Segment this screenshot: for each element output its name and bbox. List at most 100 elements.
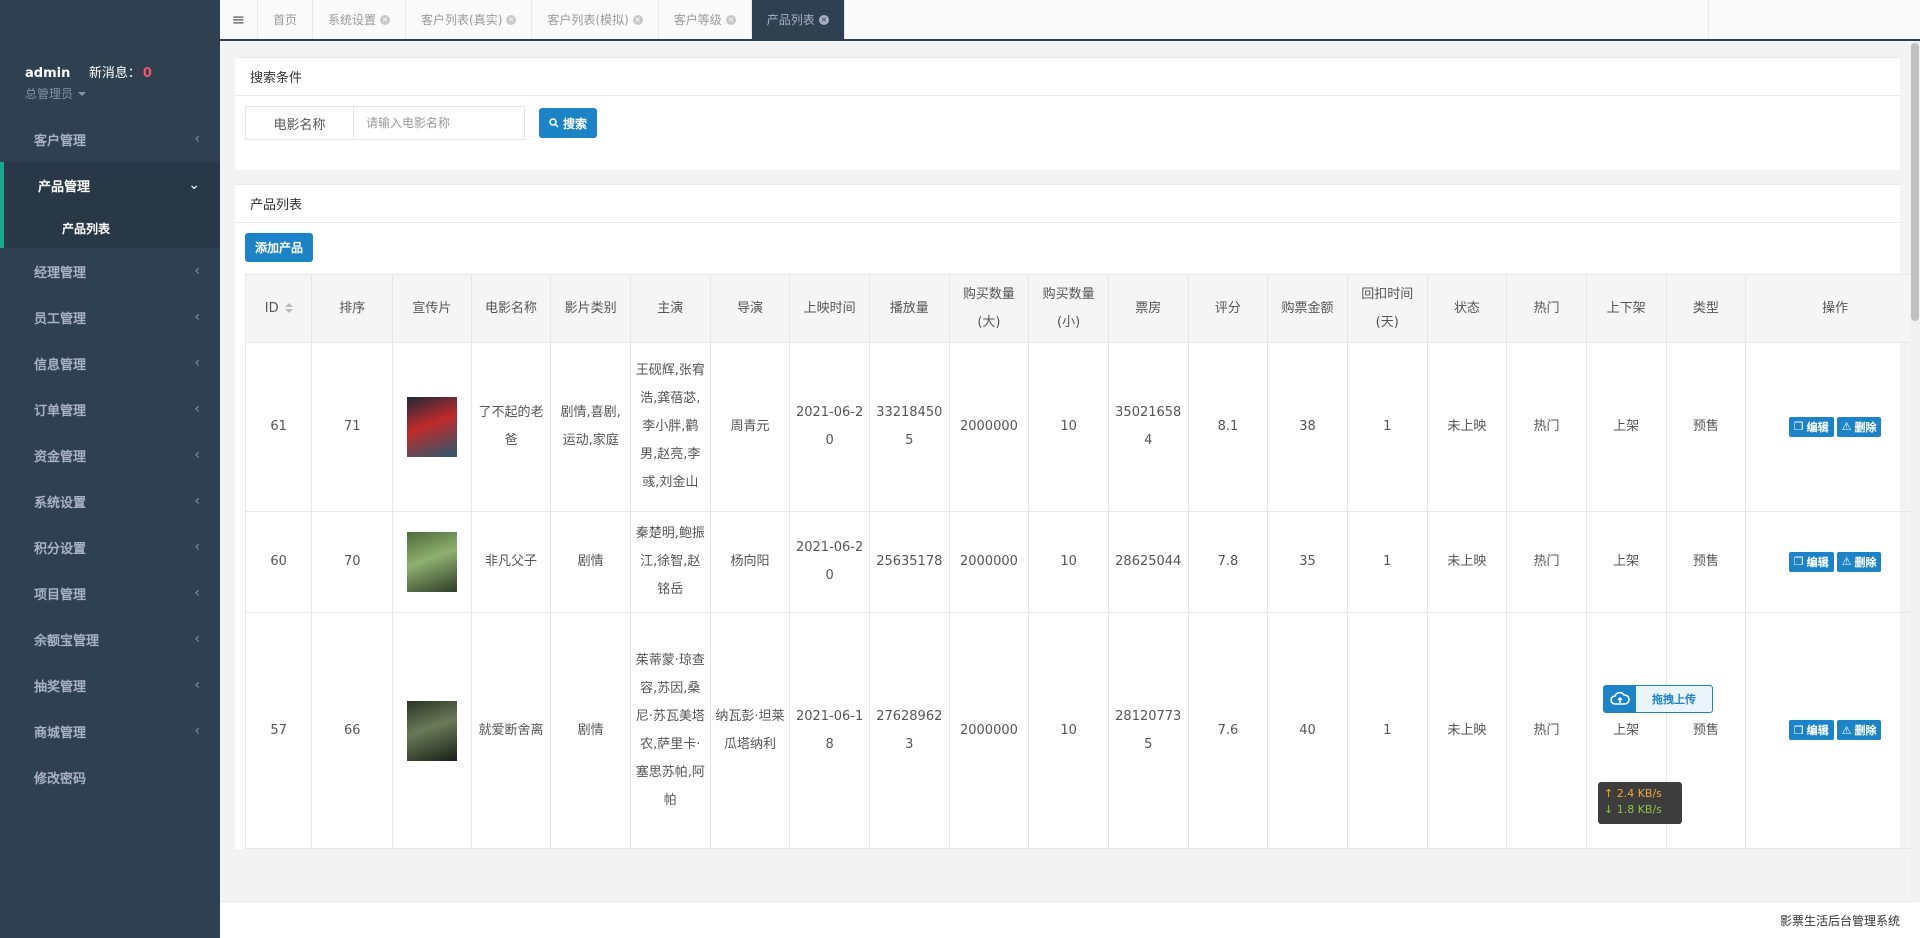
- column-header: 状态: [1426, 274, 1508, 343]
- tab[interactable]: 首页: [258, 0, 314, 39]
- delete-button[interactable]: ⚠ 删除: [1836, 551, 1882, 572]
- drag-upload-button[interactable]: 拖拽上传: [1603, 685, 1713, 713]
- warning-icon: ⚠: [1841, 555, 1852, 568]
- edit-button[interactable]: ❐ 编辑: [1788, 416, 1834, 437]
- page-scrollbar[interactable]: [1910, 41, 1920, 901]
- sidebar-item[interactable]: 商城管理 ‹: [0, 708, 220, 754]
- cell-price: 40: [1267, 612, 1348, 849]
- column-header: 主演: [629, 274, 711, 343]
- column-header-label: 购票金额: [1281, 300, 1334, 316]
- cell-poster: [392, 612, 472, 849]
- delete-label: 删除: [1854, 724, 1877, 737]
- menu-toggle-icon[interactable]: ≡: [220, 0, 258, 39]
- sidebar-item[interactable]: 余额宝管理 ‹: [0, 616, 220, 662]
- cell-hot: 热门: [1506, 342, 1587, 512]
- search-icon: [549, 118, 559, 128]
- role-label: 总管理员: [25, 87, 74, 101]
- cell-name: 就爱断舍离: [470, 612, 552, 849]
- column-header-label: 评分: [1214, 300, 1241, 316]
- main-content: 搜索条件 电影名称 搜索 产品列表 添加产品 ID排序宣传片电影: [220, 41, 1920, 901]
- table-row: 60 70 非凡父子 剧情 秦楚明,鲍振江,徐智,赵铭岳 杨向阳 2021-06-20 256…: [244, 511, 1920, 613]
- sidebar-item[interactable]: 订单管理 ‹: [0, 386, 220, 432]
- cell-plays: 25635178: [868, 511, 950, 613]
- scrollbar-thumb[interactable]: [1911, 43, 1919, 321]
- sidebar-item[interactable]: 资金管理 ‹: [0, 432, 220, 478]
- cell-box: 350216584: [1107, 342, 1189, 512]
- new-message-count[interactable]: 0: [143, 66, 152, 81]
- cell-rebate: 1: [1346, 612, 1428, 849]
- username[interactable]: admin: [25, 66, 70, 81]
- chevron-left-icon: ‹: [194, 677, 200, 693]
- cell-buy_big: 2000000: [948, 342, 1030, 512]
- sidebar-item[interactable]: 修改密码: [0, 754, 220, 800]
- column-header[interactable]: ID: [244, 274, 313, 343]
- cell-date: 2021-06-18: [789, 612, 870, 849]
- movie-poster[interactable]: [406, 532, 457, 592]
- delete-button[interactable]: ⚠ 删除: [1836, 720, 1882, 740]
- sidebar-item-label: 产品管理: [38, 179, 91, 195]
- sidebar-item[interactable]: 产品管理 ⌄: [0, 162, 220, 208]
- column-header: 购票金额: [1267, 274, 1348, 343]
- edit-label: 编辑: [1806, 420, 1829, 434]
- close-icon[interactable]: ×: [818, 14, 829, 25]
- movie-poster[interactable]: [406, 397, 457, 457]
- chevron-left-icon: ‹: [194, 539, 200, 555]
- movie-poster[interactable]: [406, 700, 457, 761]
- column-header: 播放量: [868, 274, 950, 343]
- tab[interactable]: 客户列表(模拟) ×: [532, 0, 659, 39]
- cell-ops: ❐ 编辑 ⚠ 删除: [1745, 511, 1920, 613]
- cell-cast: 茱蒂蒙·琼查容,苏因,桑尼·苏瓦美塔农,萨里卡·塞思苏帕,阿帕: [629, 612, 711, 849]
- sidebar-subitem[interactable]: 产品列表: [0, 208, 220, 248]
- cell-buy_big: 2000000: [948, 612, 1030, 849]
- tab-bar-right: [1708, 0, 1920, 39]
- movie-name-input[interactable]: [354, 107, 524, 139]
- column-header-label: 状态: [1453, 300, 1480, 316]
- sidebar-item-label: 员工管理: [34, 311, 87, 327]
- sidebar-item[interactable]: 经理管理 ‹: [0, 248, 220, 294]
- close-icon[interactable]: ×: [506, 14, 517, 25]
- sidebar-item[interactable]: 系统设置 ‹: [0, 478, 220, 524]
- tab[interactable]: 客户等级 ×: [659, 0, 752, 39]
- cell-name: 了不起的老爸: [470, 342, 552, 512]
- sidebar-item[interactable]: 客户管理 ‹: [0, 116, 220, 162]
- column-header-label: 影片类别: [564, 300, 617, 316]
- cell-rebate: 1: [1346, 342, 1428, 512]
- column-header: 购买数量(小): [1028, 274, 1109, 343]
- edit-button[interactable]: ❐ 编辑: [1788, 720, 1834, 740]
- close-icon[interactable]: ×: [380, 14, 391, 25]
- product-table: ID 排序 宣传片 电影名称 影片类别 主演 导演 上映时间 播放量 购买数量(大) 购买数量(小)…: [244, 274, 1920, 849]
- column-header: 类型: [1665, 274, 1747, 343]
- edit-button[interactable]: ❐ 编辑: [1788, 551, 1834, 572]
- column-header: 上下架: [1585, 274, 1667, 343]
- tab[interactable]: 产品列表 ×: [751, 0, 845, 39]
- user-profile: admin 新消息： 0 总管理员: [0, 0, 220, 116]
- sidebar-item[interactable]: 抽奖管理 ‹: [0, 662, 220, 708]
- search-button[interactable]: 搜索: [539, 108, 598, 138]
- cell-ops: ❐ 编辑 ⚠ 删除: [1745, 612, 1920, 849]
- tab[interactable]: 系统设置 ×: [313, 0, 407, 39]
- sidebar-item-label: 订单管理: [34, 403, 87, 419]
- delete-button[interactable]: ⚠ 删除: [1836, 416, 1882, 437]
- sidebar-item[interactable]: 信息管理 ‹: [0, 340, 220, 386]
- movie-name-search-group: 电影名称: [245, 106, 525, 140]
- close-icon[interactable]: ×: [725, 14, 736, 25]
- role-dropdown[interactable]: 总管理员: [25, 85, 220, 102]
- sidebar-item[interactable]: 员工管理 ‹: [0, 294, 220, 340]
- column-header-label: 排序: [339, 300, 366, 316]
- sort-icon[interactable]: [284, 303, 293, 313]
- new-message-label: 新消息：: [88, 66, 141, 81]
- movie-name-label: 电影名称: [246, 107, 354, 139]
- close-icon[interactable]: ×: [632, 14, 643, 25]
- sidebar-item[interactable]: 积分设置 ‹: [0, 524, 220, 570]
- tab[interactable]: 客户列表(真实) ×: [406, 0, 533, 39]
- cell-status: 未上映: [1426, 612, 1508, 849]
- sidebar-item[interactable]: 项目管理 ‹: [0, 570, 220, 616]
- cell-date: 2021-06-20: [789, 342, 870, 512]
- add-product-button[interactable]: 添加产品: [245, 233, 314, 262]
- cell-score: 7.6: [1187, 612, 1269, 849]
- chevron-left-icon: ‹: [194, 585, 200, 601]
- column-header: 排序: [311, 274, 394, 343]
- cell-hot: 热门: [1506, 511, 1587, 613]
- edit-icon: ❐: [1793, 555, 1804, 568]
- cell-cast: 王砚辉,张宥浩,龚蓓苾,李小胖,鹳男,赵亮,李彧,刘金山: [629, 342, 711, 512]
